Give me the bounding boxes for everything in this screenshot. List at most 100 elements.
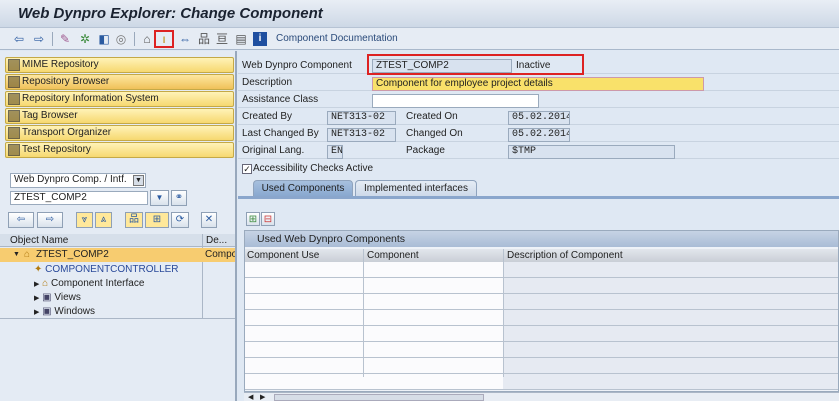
used-components-table: Used Web Dynpro Components Component Use… bbox=[244, 230, 839, 392]
table-row[interactable] bbox=[245, 358, 838, 374]
close-tree-icon[interactable]: ✕ bbox=[201, 212, 217, 228]
table-row[interactable] bbox=[245, 374, 838, 390]
table-row[interactable] bbox=[245, 278, 838, 294]
table-row[interactable] bbox=[245, 294, 838, 310]
display-glasses-icon[interactable]: ⚭ bbox=[171, 190, 187, 206]
created-on-field: 05.02.2014 bbox=[508, 111, 570, 125]
description-input[interactable]: Component for employee project details bbox=[372, 77, 704, 91]
original-language-field: EN bbox=[327, 145, 343, 159]
find-menu-button[interactable]: ⊞ bbox=[145, 212, 169, 228]
where-used-icon[interactable]: ◎ bbox=[114, 32, 128, 46]
collapsed-arrow-icon: ▶ bbox=[34, 281, 40, 288]
info-icon[interactable]: i bbox=[253, 32, 267, 46]
package-label: Package bbox=[406, 145, 445, 156]
table-row[interactable] bbox=[245, 310, 838, 326]
forward-icon[interactable]: ⇨ bbox=[32, 32, 46, 46]
hierarchy-button[interactable]: 品 bbox=[125, 212, 143, 228]
view-icon: ▣ bbox=[42, 292, 52, 303]
column-component-use[interactable]: Component Use bbox=[247, 249, 319, 262]
created-by-label: Created By bbox=[242, 111, 293, 122]
tree-node-label: ZTEST_COMP2 bbox=[36, 249, 109, 260]
nav-transport-organizer[interactable]: Transport Organizer bbox=[5, 125, 234, 141]
tab-used-components[interactable]: Used Components bbox=[253, 180, 353, 197]
chevron-down-icon: ▼ bbox=[133, 175, 144, 186]
activate-icon[interactable]: ◧ bbox=[97, 32, 111, 46]
mime-icon bbox=[8, 59, 20, 71]
forward-menu-button[interactable]: ⇨ bbox=[37, 212, 63, 228]
nav-mime-repository[interactable]: MIME Repository bbox=[5, 57, 234, 73]
table-title-bar: Used Web Dynpro Components bbox=[245, 231, 838, 247]
tree-node-label: Views bbox=[54, 292, 81, 303]
display-change-icon[interactable]: ✎ bbox=[58, 32, 72, 46]
table-row[interactable] bbox=[245, 262, 838, 278]
nav-label: Repository Browser bbox=[22, 76, 110, 87]
tab-strip-line bbox=[238, 196, 839, 199]
nav-tag-browser[interactable]: Tag Browser bbox=[5, 108, 234, 124]
object-type-dropdown[interactable]: Web Dynpro Comp. / Intf. ▼ bbox=[10, 173, 146, 188]
scroll-left-icon[interactable]: ◀ bbox=[248, 393, 253, 401]
table-title: Used Web Dynpro Components bbox=[257, 233, 406, 245]
column-component[interactable]: Component bbox=[367, 249, 419, 262]
component-name-field[interactable]: ZTEST_COMP2 bbox=[372, 59, 512, 73]
dropdown-value: Web Dynpro Comp. / Intf. bbox=[14, 174, 127, 185]
object-list-icon[interactable]: 品 bbox=[197, 32, 211, 46]
horizontal-scrollbar[interactable]: ◀ ▶ bbox=[244, 392, 839, 401]
column-description[interactable]: De... bbox=[206, 234, 227, 247]
application-toolbar: ⇦ ⇨ ✎ ✲ ◧ ◎ ⌂ ı ⇔ 品 亘 ▤ i Component Docu… bbox=[0, 28, 839, 50]
scroll-thumb[interactable] bbox=[274, 394, 484, 401]
tab-implemented-interfaces[interactable]: Implemented interfaces bbox=[355, 180, 477, 197]
created-on-label: Created On bbox=[406, 111, 458, 122]
layout-icon[interactable]: ▤ bbox=[234, 32, 248, 46]
component-documentation-button[interactable]: Component Documentation bbox=[276, 32, 398, 46]
highlighted-toolbar-button[interactable]: ı bbox=[154, 30, 174, 48]
dropdown-button[interactable]: ▼ bbox=[150, 190, 169, 206]
assistance-class-label: Assistance Class bbox=[242, 94, 319, 105]
collapse-icon[interactable]: ⩓ bbox=[95, 212, 112, 228]
separator bbox=[134, 32, 135, 46]
refresh-icon[interactable]: ⟳ bbox=[171, 212, 189, 228]
title-bar: Web Dynpro Explorer: Change Component bbox=[0, 0, 839, 28]
changed-on-label: Changed On bbox=[406, 128, 463, 139]
tag-icon bbox=[8, 110, 20, 122]
expand-icon[interactable]: ⩔ bbox=[76, 212, 93, 228]
controller-icon: ✦ bbox=[34, 264, 43, 275]
navigation-icon[interactable]: ⇔ bbox=[178, 32, 192, 46]
object-name-input[interactable]: ZTEST_COMP2 bbox=[10, 191, 148, 205]
column-description[interactable]: Description of Component bbox=[507, 249, 623, 262]
hierarchy-icon[interactable]: ⌂ bbox=[140, 32, 154, 46]
back-icon[interactable]: ⇦ bbox=[12, 32, 26, 46]
tree-node-views[interactable]: ▶ ▣ Views bbox=[34, 291, 81, 305]
assistance-class-input[interactable] bbox=[372, 94, 539, 108]
collapsed-arrow-icon: ▶ bbox=[34, 295, 40, 302]
table-row[interactable] bbox=[245, 342, 838, 358]
accessibility-checkbox[interactable]: ✓ bbox=[242, 164, 252, 174]
expanded-arrow-icon: ▼ bbox=[13, 251, 20, 258]
tree-node-label: COMPONENTCONTROLLER bbox=[45, 264, 179, 275]
nav-repository-info-system[interactable]: Repository Information System bbox=[5, 91, 234, 107]
tree-node-root[interactable]: ▼ ⌂ ZTEST_COMP2 Compor bbox=[0, 248, 235, 262]
separator bbox=[52, 32, 53, 46]
print-icon[interactable]: 亘 bbox=[215, 32, 229, 46]
changed-by-label: Last Changed By bbox=[242, 128, 319, 139]
test-icon bbox=[8, 144, 20, 156]
check-icon[interactable]: ✲ bbox=[78, 32, 92, 46]
nav-label: Transport Organizer bbox=[22, 127, 112, 138]
column-divider bbox=[363, 249, 364, 377]
delete-row-icon[interactable]: ⊟ bbox=[261, 212, 275, 226]
tree-node-componentcontroller[interactable]: ✦ COMPONENTCONTROLLER bbox=[34, 263, 179, 276]
nav-test-repository[interactable]: Test Repository bbox=[5, 142, 234, 158]
insert-row-icon[interactable]: ⊞ bbox=[246, 212, 260, 226]
tree-node-windows[interactable]: ▶ ▣ Windows bbox=[34, 305, 95, 319]
tree-node-label: Component Interface bbox=[51, 278, 145, 289]
back-menu-button[interactable]: ⇦ bbox=[8, 212, 34, 228]
component-icon: ⌂ bbox=[24, 249, 31, 260]
tree-divider bbox=[0, 318, 235, 319]
tree-node-component-interface[interactable]: ▶ ⌂ Component Interface bbox=[34, 277, 144, 291]
scroll-right-icon[interactable]: ▶ bbox=[260, 393, 265, 401]
column-object-name[interactable]: Object Name bbox=[10, 234, 68, 247]
table-row[interactable] bbox=[245, 326, 838, 342]
changed-by-field: NET313-02 bbox=[327, 128, 396, 142]
package-field: $TMP bbox=[508, 145, 675, 159]
nav-repository-browser[interactable]: Repository Browser bbox=[5, 74, 234, 90]
info-system-icon bbox=[8, 93, 20, 105]
